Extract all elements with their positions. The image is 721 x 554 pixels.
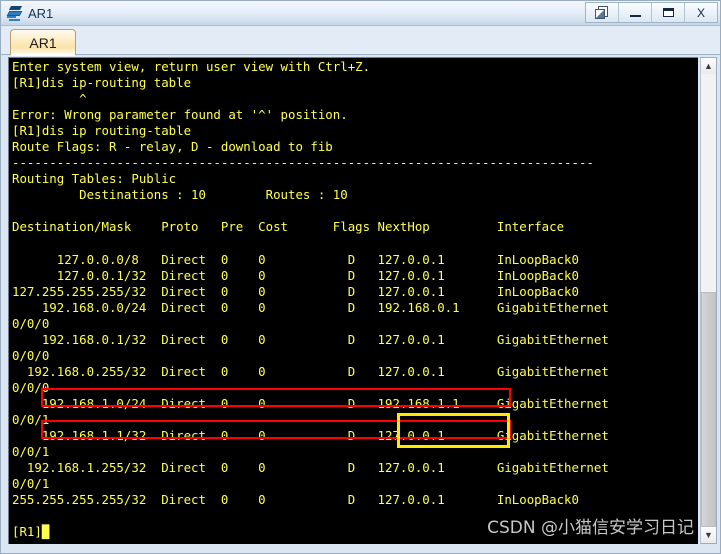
terminal-area: Enter system view, return user view with…: [1, 55, 720, 548]
window-bottom-edge: [1, 548, 720, 553]
terminal-window: AR1 X AR1 Enter system view, return user…: [0, 0, 721, 554]
window-controls: X: [585, 2, 718, 23]
tab-ar1[interactable]: AR1: [10, 29, 76, 56]
switch-icon: [6, 5, 24, 22]
scrollbar-thumb[interactable]: [701, 292, 716, 527]
tab-strip-filler: [76, 32, 720, 55]
chevron-up-icon: ▲: [704, 60, 713, 71]
terminal-output: Enter system view, return user view with…: [12, 59, 609, 540]
chevron-down-icon: ▼: [704, 529, 713, 540]
maximize-button[interactable]: [652, 3, 685, 22]
scroll-down-button[interactable]: ▼: [701, 527, 716, 543]
tab-strip: AR1: [1, 26, 720, 56]
close-button[interactable]: X: [685, 3, 717, 22]
watermark: CSDN @小猫信安学习日记: [487, 518, 694, 538]
window-title: AR1: [28, 5, 54, 21]
cascade-windows-button[interactable]: [586, 3, 619, 22]
scrollbar-track[interactable]: [701, 74, 716, 527]
scroll-up-button[interactable]: ▲: [701, 58, 716, 74]
terminal-console[interactable]: Enter system view, return user view with…: [8, 57, 698, 544]
minimize-icon: [629, 15, 641, 17]
title-bar: AR1 X: [1, 1, 720, 26]
vertical-scrollbar[interactable]: ▲ ▼: [700, 57, 717, 544]
tab-label: AR1: [29, 34, 57, 51]
minimize-button[interactable]: [619, 3, 652, 22]
cascade-icon: [594, 5, 610, 20]
maximize-icon: [662, 8, 674, 17]
close-icon: X: [696, 5, 705, 20]
